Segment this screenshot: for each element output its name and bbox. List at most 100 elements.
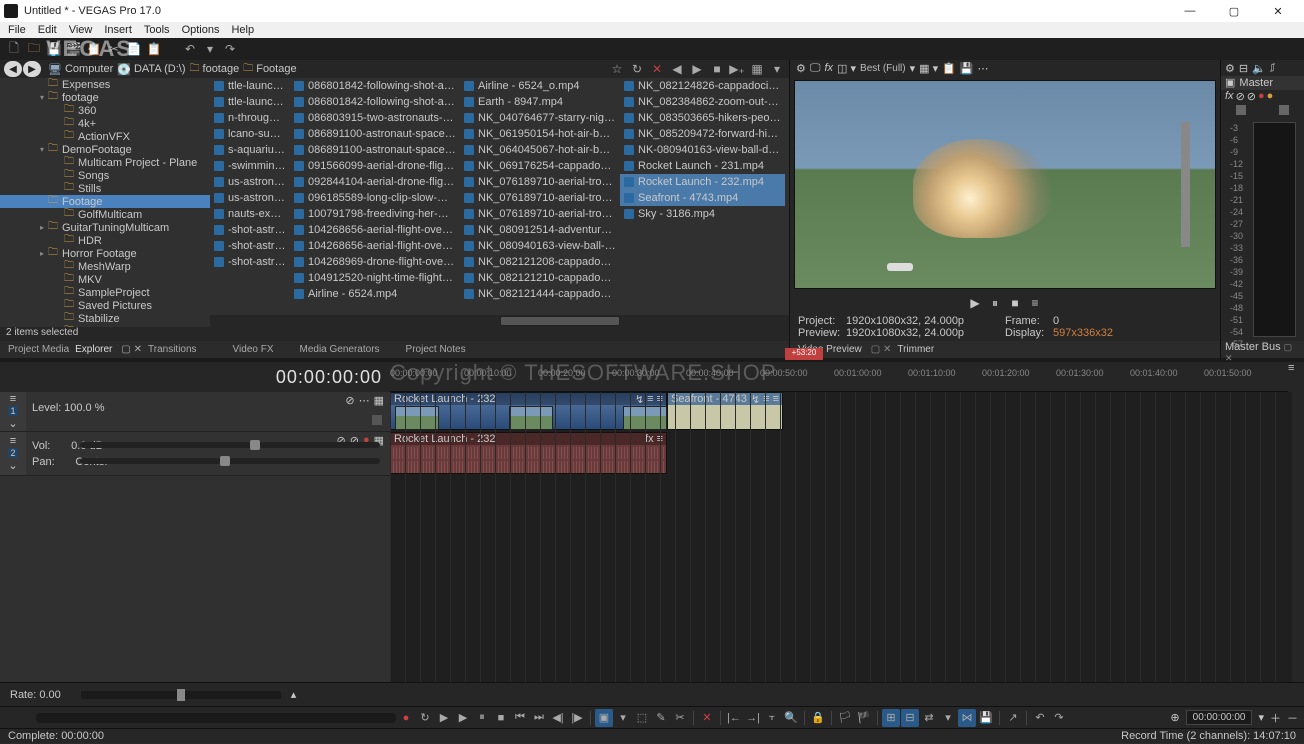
go-end-button[interactable]: ⏭ xyxy=(530,709,548,727)
file-item[interactable]: NK_080940163-view-ball-during-sunse... xyxy=(460,238,620,254)
menu-tools[interactable]: Tools xyxy=(144,24,170,36)
file-item[interactable]: NK-080940163-view-ball-during-sunse... xyxy=(620,142,785,158)
nav-back-button[interactable]: ◀ xyxy=(4,61,22,77)
ripple-dropdown[interactable]: ▾ xyxy=(939,709,957,727)
file-item[interactable]: NK_064045067-hot-air-ballooning.mov xyxy=(460,142,620,158)
track1-fx-icon[interactable]: ▦ xyxy=(374,394,384,407)
file-item[interactable]: 086801842-following-shot-astronaut-l... xyxy=(290,94,460,110)
preview-fx-icon[interactable]: fx xyxy=(824,62,833,74)
tree-item[interactable]: 🗀HDR xyxy=(0,234,210,247)
file-item[interactable]: nauts-explore-ro... xyxy=(210,206,290,222)
file-item[interactable]: Airline - 6524.mp4 xyxy=(290,286,460,302)
file-item[interactable]: NK_076189710-aerial-tropical-beach-b... xyxy=(460,206,620,222)
tree-item[interactable]: 🗀Footage xyxy=(0,195,210,208)
lock-button[interactable]: 🔒 xyxy=(809,709,827,727)
redo-icon[interactable]: ↷ xyxy=(222,41,238,57)
file-item[interactable]: 086891100-astronaut-space-suit-work... xyxy=(290,142,460,158)
auto-ripple-button[interactable]: ⇄ xyxy=(920,709,938,727)
preview-split-icon[interactable]: ◫ ▾ xyxy=(837,62,856,75)
tab-transitions[interactable]: Transitions xyxy=(148,344,197,355)
file-item[interactable]: 091566099-aerial-drone-flight-over-ni... xyxy=(290,158,460,174)
menu-help[interactable]: Help xyxy=(231,24,254,36)
file-item[interactable]: 104268969-drone-flight-over-skyscrap... xyxy=(290,254,460,270)
folder-tree[interactable]: 🗀Expenses▾🗀footage🗀360🗀4k+🗀ActionVFX▾🗀De… xyxy=(0,78,210,327)
horizontal-scrollbar[interactable] xyxy=(210,315,789,327)
breadcrumb-drive[interactable]: 💽DATA (D:\) xyxy=(117,63,185,76)
menu-file[interactable]: File xyxy=(8,24,26,36)
rate-handle-icon[interactable]: ▴ xyxy=(291,688,297,701)
new-icon[interactable]: 🗋 xyxy=(6,41,22,57)
tree-item[interactable]: ▸🗀Horror Footage xyxy=(0,247,210,260)
scissor-tool[interactable]: ✂ xyxy=(671,709,689,727)
preview-video[interactable] xyxy=(794,80,1216,289)
paste-icon[interactable]: 📋 xyxy=(146,41,162,57)
tree-item[interactable]: 🗀GolfMulticam xyxy=(0,208,210,221)
region-button[interactable]: 🏴 xyxy=(855,709,873,727)
snap-button[interactable]: ⊞ xyxy=(882,709,900,727)
tree-item[interactable]: 🗀Stills xyxy=(0,182,210,195)
preview-menu-icon[interactable]: ⋯ xyxy=(978,62,989,75)
tree-item[interactable]: 🗀360 xyxy=(0,104,210,117)
autoplay-icon[interactable]: ▶₊ xyxy=(729,61,745,77)
breadcrumb-folder1[interactable]: 🗀footage xyxy=(190,61,240,78)
stop-icon[interactable]: ■ xyxy=(709,61,725,77)
autosave-button[interactable]: 💾 xyxy=(977,709,995,727)
go-start-button[interactable]: ⏮ xyxy=(511,709,529,727)
menu-view[interactable]: View xyxy=(69,24,93,36)
delete-icon[interactable]: ✕ xyxy=(649,61,665,77)
menu-options[interactable]: Options xyxy=(182,24,220,36)
cursor-follow-button[interactable]: ↗ xyxy=(1004,709,1022,727)
prev-icon[interactable]: ◀ xyxy=(669,61,685,77)
maximize-button[interactable]: ▢ xyxy=(1212,0,1256,22)
menu-edit[interactable]: Edit xyxy=(38,24,57,36)
file-item[interactable]: Rocket Launch - 231.mp4 xyxy=(620,158,785,174)
file-item[interactable]: NK_040764677-starry-night-sky-time-l... xyxy=(460,110,620,126)
file-item[interactable]: Airline - 6524_o.mp4 xyxy=(460,78,620,94)
close-button[interactable]: ✕ xyxy=(1256,0,1300,22)
file-item[interactable]: NK_083503665-hikers-people-hiking-h... xyxy=(620,110,785,126)
zoom-in-button[interactable]: ＋ xyxy=(1270,710,1281,726)
preview-copy-icon[interactable]: 📋 xyxy=(942,62,956,75)
preview-pause-icon[interactable]: ⏸ xyxy=(988,296,1002,311)
file-item[interactable]: -shot-astronaut-l... xyxy=(210,222,290,238)
next-frame-button[interactable]: |▶ xyxy=(568,709,586,727)
play-icon[interactable]: ▶ xyxy=(689,61,705,77)
zoom-tool[interactable]: 🔍 xyxy=(782,709,800,727)
file-item[interactable]: s-aquarium.mov xyxy=(210,142,290,158)
clip-audio-1[interactable]: Rocket Launch - 232fx≡ xyxy=(390,432,667,474)
master-dim-icon[interactable]: ⊟ xyxy=(1239,62,1248,75)
file-item[interactable]: -shot-astronaut-l... xyxy=(210,254,290,270)
file-item[interactable]: 104912520-night-time-flight-over-hon... xyxy=(290,270,460,286)
file-item[interactable]: 096185589-long-clip-slow-motion-girl... xyxy=(290,190,460,206)
preview-play-icon[interactable]: ▶ xyxy=(968,296,982,310)
file-item[interactable]: 092844104-aerial-drone-flight-over-ni... xyxy=(290,174,460,190)
file-item[interactable]: Seafront - 4743.mp4 xyxy=(620,190,785,206)
preview-save-icon[interactable]: 💾 xyxy=(960,62,974,75)
transport-timecode[interactable]: 00:00:00:00 xyxy=(1186,710,1253,725)
record-button[interactable]: ● xyxy=(397,709,415,727)
trim-start-button[interactable]: |← xyxy=(725,709,743,727)
track1-more-icon[interactable]: ⋯ xyxy=(359,394,370,407)
tree-item[interactable]: 🗀Multicam Project - Plane xyxy=(0,156,210,169)
redo-tl-button[interactable]: ↷ xyxy=(1050,709,1068,727)
nav-forward-button[interactable]: ▶ xyxy=(23,61,41,77)
file-item[interactable]: 104268656-aerial-flight-over-urban-ov... xyxy=(290,222,460,238)
tree-item[interactable]: 🗀Stabilize xyxy=(0,312,210,325)
file-item[interactable]: Earth - 8947.mp4 xyxy=(460,94,620,110)
undo-dropdown-icon[interactable]: ▾ xyxy=(202,41,218,57)
file-item[interactable]: 086891100-astronaut-space-suit-work... xyxy=(290,126,460,142)
open-icon[interactable]: 🗀 xyxy=(26,41,42,57)
tab-explorer-close[interactable]: ▢ ✕ xyxy=(121,344,142,355)
view-icon[interactable]: ▦ xyxy=(749,61,765,77)
region-marker[interactable]: +53:20 xyxy=(785,348,823,360)
stop-button[interactable]: ■ xyxy=(492,709,510,727)
tab-project-notes[interactable]: Project Notes xyxy=(406,344,466,355)
menu-insert[interactable]: Insert xyxy=(104,24,132,36)
tool-dropdown[interactable]: ▾ xyxy=(614,709,632,727)
file-item[interactable]: ttle-launch-4k-ul... xyxy=(210,94,290,110)
file-item[interactable]: Rocket Launch - 232.mp4 xyxy=(620,174,785,190)
file-item[interactable]: NK_082384862-zoom-out-cappadocia-... xyxy=(620,94,785,110)
preview-external-icon[interactable]: 🖵 xyxy=(810,62,821,75)
file-item[interactable]: -shot-astronaut-l... xyxy=(210,238,290,254)
zoom-out-button[interactable]: － xyxy=(1287,710,1298,726)
